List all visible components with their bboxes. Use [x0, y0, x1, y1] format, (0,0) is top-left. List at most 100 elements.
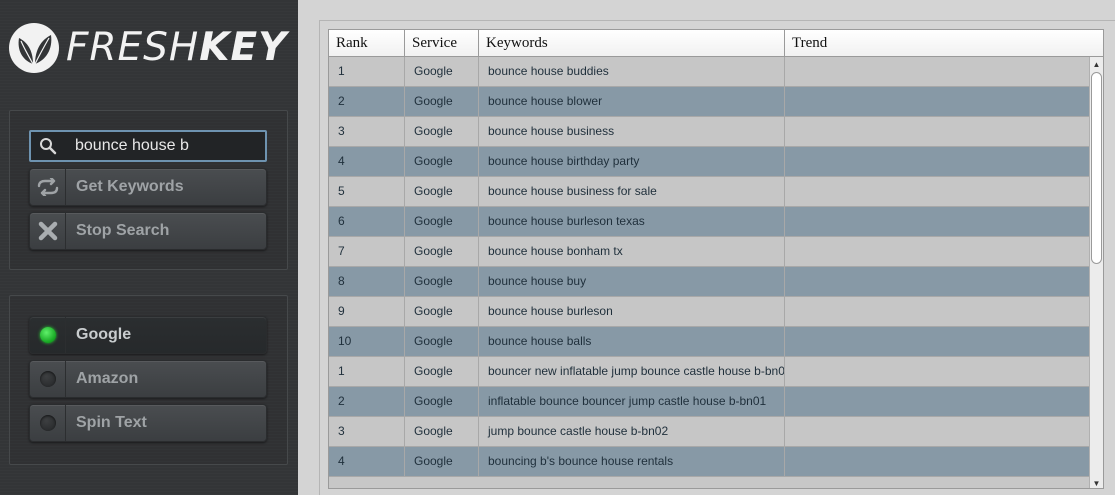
table-row[interactable]: 6 Google bounce house burleson texas: [329, 207, 1091, 237]
scroll-down-icon[interactable]: ▼: [1090, 476, 1103, 488]
table-row[interactable]: 3 Google jump bounce castle house b-bn02: [329, 417, 1091, 447]
logo-text: FRESHKEY: [66, 25, 288, 70]
cell-rank: 4: [329, 447, 405, 476]
cell-keyword: bounce house buddies: [479, 57, 785, 86]
service-label: Google: [76, 326, 132, 343]
cell-trend: [785, 447, 1091, 476]
table-row[interactable]: 4 Google bouncing b's bounce house rentals: [329, 447, 1091, 477]
cell-trend: [785, 117, 1091, 146]
cell-keyword: bounce house burleson: [479, 297, 785, 326]
cell-rank: 1: [329, 57, 405, 86]
table-row[interactable]: 7 Google bounce house bonham tx: [329, 237, 1091, 267]
cell-trend: [785, 357, 1091, 386]
table-row[interactable]: 1 Google bouncer new inflatable jump bounc…: [329, 357, 1091, 387]
scroll-up-icon[interactable]: ▲: [1090, 57, 1103, 71]
table-row[interactable]: 2 Google bounce house blower: [329, 87, 1091, 117]
table-row[interactable]: 9 Google bounce house burleson: [329, 297, 1091, 327]
header-rank[interactable]: Rank: [329, 30, 405, 57]
cell-rank: 8: [329, 267, 405, 296]
table-header: Rank Service Keywords Trend: [329, 30, 1103, 57]
cell-trend: [785, 387, 1091, 416]
cell-rank: 2: [329, 387, 405, 416]
cell-keyword: bounce house bonham tx: [479, 237, 785, 266]
service-label: Spin Text: [76, 414, 147, 431]
table-row[interactable]: 4 Google bounce house birthday party: [329, 147, 1091, 177]
cell-service: Google: [405, 207, 479, 236]
cell-service: Google: [405, 57, 479, 86]
service-amazon-button[interactable]: Amazon: [29, 360, 267, 398]
cell-service: Google: [405, 447, 479, 476]
scrollbar-thumb[interactable]: [1091, 72, 1102, 264]
vertical-scrollbar[interactable]: ▲ ▼: [1089, 57, 1103, 488]
header-service[interactable]: Service: [405, 30, 479, 57]
get-keywords-label: Get Keywords: [76, 178, 184, 195]
cell-trend: [785, 267, 1091, 296]
cell-service: Google: [405, 117, 479, 146]
get-keywords-button[interactable]: Get Keywords: [29, 168, 267, 206]
cell-service: Google: [405, 87, 479, 116]
cell-trend: [785, 327, 1091, 356]
search-icon: [31, 132, 65, 160]
cell-trend: [785, 147, 1091, 176]
cell-service: Google: [405, 327, 479, 356]
cell-keyword: bounce house buy: [479, 267, 785, 296]
cell-rank: 3: [329, 117, 405, 146]
stop-search-button[interactable]: Stop Search: [29, 212, 267, 250]
cell-keyword: bounce house balls: [479, 327, 785, 356]
cell-rank: 5: [329, 177, 405, 206]
cell-service: Google: [405, 177, 479, 206]
table-body: 1 Google bounce house buddies 2 Google bounce…: [329, 57, 1091, 477]
refresh-icon: [30, 169, 66, 205]
table-row[interactable]: 2 Google inflatable bounce bouncer jump ca…: [329, 387, 1091, 417]
cell-service: Google: [405, 417, 479, 446]
cell-keyword: bouncing b's bounce house rentals: [479, 447, 785, 476]
cell-keyword: bounce house blower: [479, 87, 785, 116]
status-dot-icon: [30, 317, 66, 353]
cell-keyword: bounce house birthday party: [479, 147, 785, 176]
table-row[interactable]: 8 Google bounce house buy: [329, 267, 1091, 297]
cell-rank: 2: [329, 87, 405, 116]
status-dot-icon: [30, 405, 66, 441]
cell-service: Google: [405, 147, 479, 176]
close-icon: [30, 213, 66, 249]
cell-trend: [785, 57, 1091, 86]
cell-trend: [785, 87, 1091, 116]
cell-service: Google: [405, 237, 479, 266]
cell-keyword: inflatable bounce bouncer jump castle ho…: [479, 387, 785, 416]
cell-rank: 7: [329, 237, 405, 266]
table-row[interactable]: 1 Google bounce house buddies: [329, 57, 1091, 87]
cell-keyword: bounce house burleson texas: [479, 207, 785, 236]
results-table: Rank Service Keywords Trend 1 Google bounc…: [328, 29, 1104, 489]
cell-rank: 9: [329, 297, 405, 326]
cell-service: Google: [405, 267, 479, 296]
header-trend[interactable]: Trend: [785, 30, 1103, 57]
search-input[interactable]: [75, 137, 265, 155]
cell-service: Google: [405, 357, 479, 386]
cell-trend: [785, 417, 1091, 446]
table-row[interactable]: 5 Google bounce house business for sale: [329, 177, 1091, 207]
cell-trend: [785, 177, 1091, 206]
logo: FRESHKEY: [8, 22, 287, 74]
header-keywords[interactable]: Keywords: [479, 30, 785, 57]
service-spin-text-button[interactable]: Spin Text: [29, 404, 267, 442]
leaf-logo-icon: [9, 23, 59, 73]
cell-keyword: bouncer new inflatable jump bounce castl…: [479, 357, 785, 386]
cell-trend: [785, 237, 1091, 266]
cell-keyword: jump bounce castle house b-bn02: [479, 417, 785, 446]
stop-search-label: Stop Search: [76, 222, 170, 239]
cell-service: Google: [405, 297, 479, 326]
service-google-button[interactable]: Google: [29, 316, 267, 354]
cell-rank: 3: [329, 417, 405, 446]
cell-keyword: bounce house business: [479, 117, 785, 146]
cell-trend: [785, 297, 1091, 326]
service-label: Amazon: [76, 370, 139, 387]
table-row[interactable]: 10 Google bounce house balls: [329, 327, 1091, 357]
status-dot-icon: [30, 361, 66, 397]
cell-rank: 4: [329, 147, 405, 176]
cell-rank: 6: [329, 207, 405, 236]
cell-rank: 10: [329, 327, 405, 356]
search-box: [29, 130, 267, 162]
cell-rank: 1: [329, 357, 405, 386]
cell-trend: [785, 207, 1091, 236]
table-row[interactable]: 3 Google bounce house business: [329, 117, 1091, 147]
